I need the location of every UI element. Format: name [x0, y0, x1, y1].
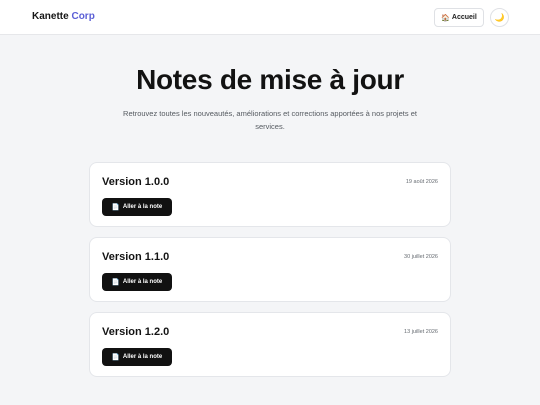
go-to-note-label: Aller à la note	[122, 354, 163, 360]
document-icon: 📄	[111, 204, 120, 211]
go-to-note-button[interactable]: 📄 Aller à la note	[102, 273, 172, 291]
theme-toggle-button[interactable]: 🌙	[490, 8, 509, 27]
brand-accent: Corp	[71, 11, 95, 22]
document-icon: 📄	[111, 354, 120, 361]
page-title: Notes de mise à jour	[136, 64, 404, 95]
page-subtitle: Retrouvez toutes les nouveautés, amélior…	[123, 109, 417, 131]
release-version: Version 1.1.0	[102, 251, 170, 263]
document-icon: 📄	[111, 279, 120, 286]
go-to-note-button[interactable]: 📄 Aller à la note	[102, 348, 172, 366]
release-card: Version 1.1.0 30 juillet 2026 📄 Aller à …	[89, 237, 451, 302]
top-navbar: Kanette Corp 🏠 Accueil 🌙	[0, 0, 540, 35]
release-card: Version 1.2.0 13 juillet 2026 📄 Aller à …	[89, 312, 451, 377]
brand-name: Kanette	[32, 11, 69, 22]
release-date: 13 juillet 2026	[404, 329, 438, 335]
go-to-note-label: Aller à la note	[122, 279, 163, 285]
home-button[interactable]: 🏠 Accueil	[434, 8, 484, 27]
release-date: 19 août 2026	[405, 179, 438, 185]
home-icon: 🏠	[441, 14, 450, 22]
release-date: 30 juillet 2026	[404, 254, 438, 260]
release-card: Version 1.0.0 19 août 2026 📄 Aller à la …	[89, 162, 451, 227]
home-button-label: Accueil	[451, 14, 477, 21]
brand-logo[interactable]: Kanette Corp	[32, 11, 95, 22]
go-to-note-button[interactable]: 📄 Aller à la note	[102, 198, 172, 216]
release-version: Version 1.0.0	[102, 176, 170, 188]
go-to-note-label: Aller à la note	[122, 204, 163, 210]
moon-icon: 🌙	[494, 13, 505, 22]
release-version: Version 1.2.0	[102, 326, 170, 338]
